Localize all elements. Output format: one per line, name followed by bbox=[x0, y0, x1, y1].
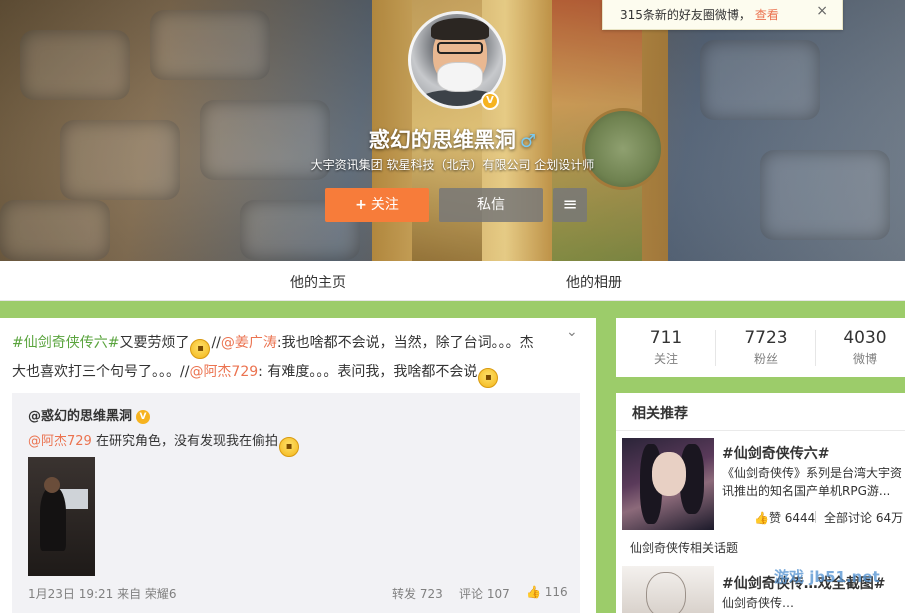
repost-author[interactable]: @惑幻的思维黑洞 V bbox=[28, 405, 151, 424]
stat-number: 4030 bbox=[843, 328, 887, 348]
divider bbox=[815, 511, 816, 523]
stat-label: 粉丝 bbox=[753, 352, 778, 366]
profile-stats: 711 关注 7723 粉丝 4030 微博 bbox=[616, 318, 905, 377]
stat-number: 711 bbox=[649, 328, 683, 348]
follow-label: 关注 bbox=[370, 197, 399, 213]
cover-tile bbox=[150, 10, 270, 80]
stat-divider bbox=[715, 330, 716, 366]
repost-meta: 1月23日 19:21 来自 荣耀6 bbox=[28, 587, 177, 601]
topic-thumbnail[interactable] bbox=[622, 438, 714, 530]
post-text: #仙剑奇侠传六#又要劳烦了 ▪//@姜广涛:我也啥都不会说，当然，除了台词。。。杰… bbox=[12, 330, 540, 388]
like-button[interactable]: 👍 116 bbox=[526, 585, 568, 599]
stat-divider bbox=[815, 330, 816, 366]
cover-tile bbox=[20, 30, 130, 100]
stat-following[interactable]: 711 关注 bbox=[618, 328, 714, 367]
photo-person-head bbox=[44, 477, 60, 493]
verified-badge-icon: V bbox=[136, 410, 151, 424]
topic-description: 《仙剑奇侠传》系列是台湾大宇资讯推出的知名国产单机RPG游... bbox=[722, 466, 903, 498]
repost-text-body: 在研究角色，没有发现我在偷拍 bbox=[91, 434, 278, 449]
thumb-sketch bbox=[646, 572, 686, 613]
thumb-face bbox=[652, 452, 686, 496]
post-separator: // bbox=[211, 335, 221, 351]
avatar-hair bbox=[431, 18, 489, 40]
stat-label: 微博 bbox=[852, 352, 877, 366]
menu-icon[interactable]: ≡ bbox=[553, 188, 587, 222]
grin-emoji-icon: ▪ bbox=[190, 339, 211, 359]
chevron-down-icon[interactable]: ⌄ bbox=[566, 324, 578, 340]
cover-tile bbox=[700, 40, 820, 120]
male-gender-icon: ♂ bbox=[519, 131, 537, 152]
post-text-segment: : 有难度。。。表问我，我啥都不会说 bbox=[258, 364, 478, 380]
related-topics-label: 仙剑奇侠传相关话题 bbox=[630, 541, 739, 555]
repost-card: @惑幻的思维黑洞 V @阿杰729 在研究角色，没有发现我在偷拍 ▪ 1月23日 1… bbox=[12, 393, 580, 613]
tab-home[interactable]: 他的主页 bbox=[290, 272, 346, 292]
thumbs-up-icon: 👍 bbox=[526, 585, 541, 599]
profile-tabbar: 他的主页 他的相册 bbox=[0, 261, 905, 301]
post-text-segment: 又要劳烦了 bbox=[119, 335, 190, 351]
stat-posts[interactable]: 4030 微博 bbox=[817, 328, 905, 367]
verified-badge-icon: V bbox=[481, 92, 499, 110]
plus-icon: + bbox=[355, 197, 367, 213]
tab-album[interactable]: 他的相册 bbox=[566, 272, 622, 292]
follow-button[interactable]: + 关注 bbox=[325, 188, 429, 222]
stat-followers[interactable]: 7723 粉丝 bbox=[718, 328, 814, 367]
notice-text: 315条新的好友圈微博， bbox=[620, 8, 751, 22]
stat-number: 7723 bbox=[744, 328, 788, 348]
mention-link[interactable]: @阿杰729 bbox=[189, 364, 258, 380]
topic-discussion-link[interactable]: 全部讨论 64万 bbox=[824, 509, 903, 526]
topic-like-count: 赞 6444 bbox=[768, 511, 816, 525]
message-button[interactable]: 私信 bbox=[439, 188, 543, 222]
topic-title[interactable]: #仙剑奇侠传六# bbox=[722, 443, 829, 463]
site-watermark: 游戏 jb51.net bbox=[774, 568, 880, 586]
new-posts-notice: 315条新的好友圈微博， 查看 × bbox=[602, 0, 843, 30]
topic-link[interactable]: #仙剑奇侠传六# bbox=[12, 335, 119, 351]
repost-author-name[interactable]: @惑幻的思维黑洞 bbox=[28, 409, 132, 424]
topic-thumbnail[interactable] bbox=[622, 566, 714, 613]
comment-button[interactable]: 评论 107 bbox=[459, 585, 510, 602]
avatar-glasses bbox=[437, 42, 483, 54]
mention-link[interactable]: @阿杰729 bbox=[28, 434, 92, 449]
thumbs-up-icon: 👍 bbox=[754, 511, 769, 525]
close-icon[interactable]: × bbox=[816, 3, 828, 19]
repost-text: @阿杰729 在研究角色，没有发现我在偷拍 ▪ bbox=[28, 430, 300, 457]
feed-card: ⌄ #仙剑奇侠传六#又要劳烦了 ▪//@姜广涛:我也啥都不会说，当然，除了台词。。… bbox=[0, 318, 596, 613]
photo-person bbox=[40, 487, 66, 551]
thinking-emoji-icon: ▪ bbox=[478, 368, 499, 388]
profile-description: 大宇资讯集团 软星科技（北京）有限公司 企划设计师 bbox=[310, 158, 595, 172]
profile-nickname: 惑幻的思维黑洞 ♂ bbox=[0, 124, 905, 154]
nickname-text: 惑幻的思维黑洞 bbox=[368, 128, 516, 152]
grin-emoji-icon: ▪ bbox=[278, 437, 299, 457]
recommend-heading: 相关推荐 bbox=[616, 393, 905, 431]
like-count: 116 bbox=[544, 585, 568, 599]
notice-view-link[interactable]: 查看 bbox=[755, 8, 779, 22]
forward-button[interactable]: 转发 723 bbox=[392, 585, 443, 602]
mention-link[interactable]: @姜广涛 bbox=[221, 335, 277, 351]
cover-tile bbox=[0, 200, 110, 260]
repost-photo[interactable] bbox=[28, 457, 95, 576]
stat-label: 关注 bbox=[653, 352, 678, 366]
avatar-mask bbox=[437, 62, 483, 92]
topic-like-button[interactable]: 👍赞 6444 bbox=[754, 509, 815, 526]
